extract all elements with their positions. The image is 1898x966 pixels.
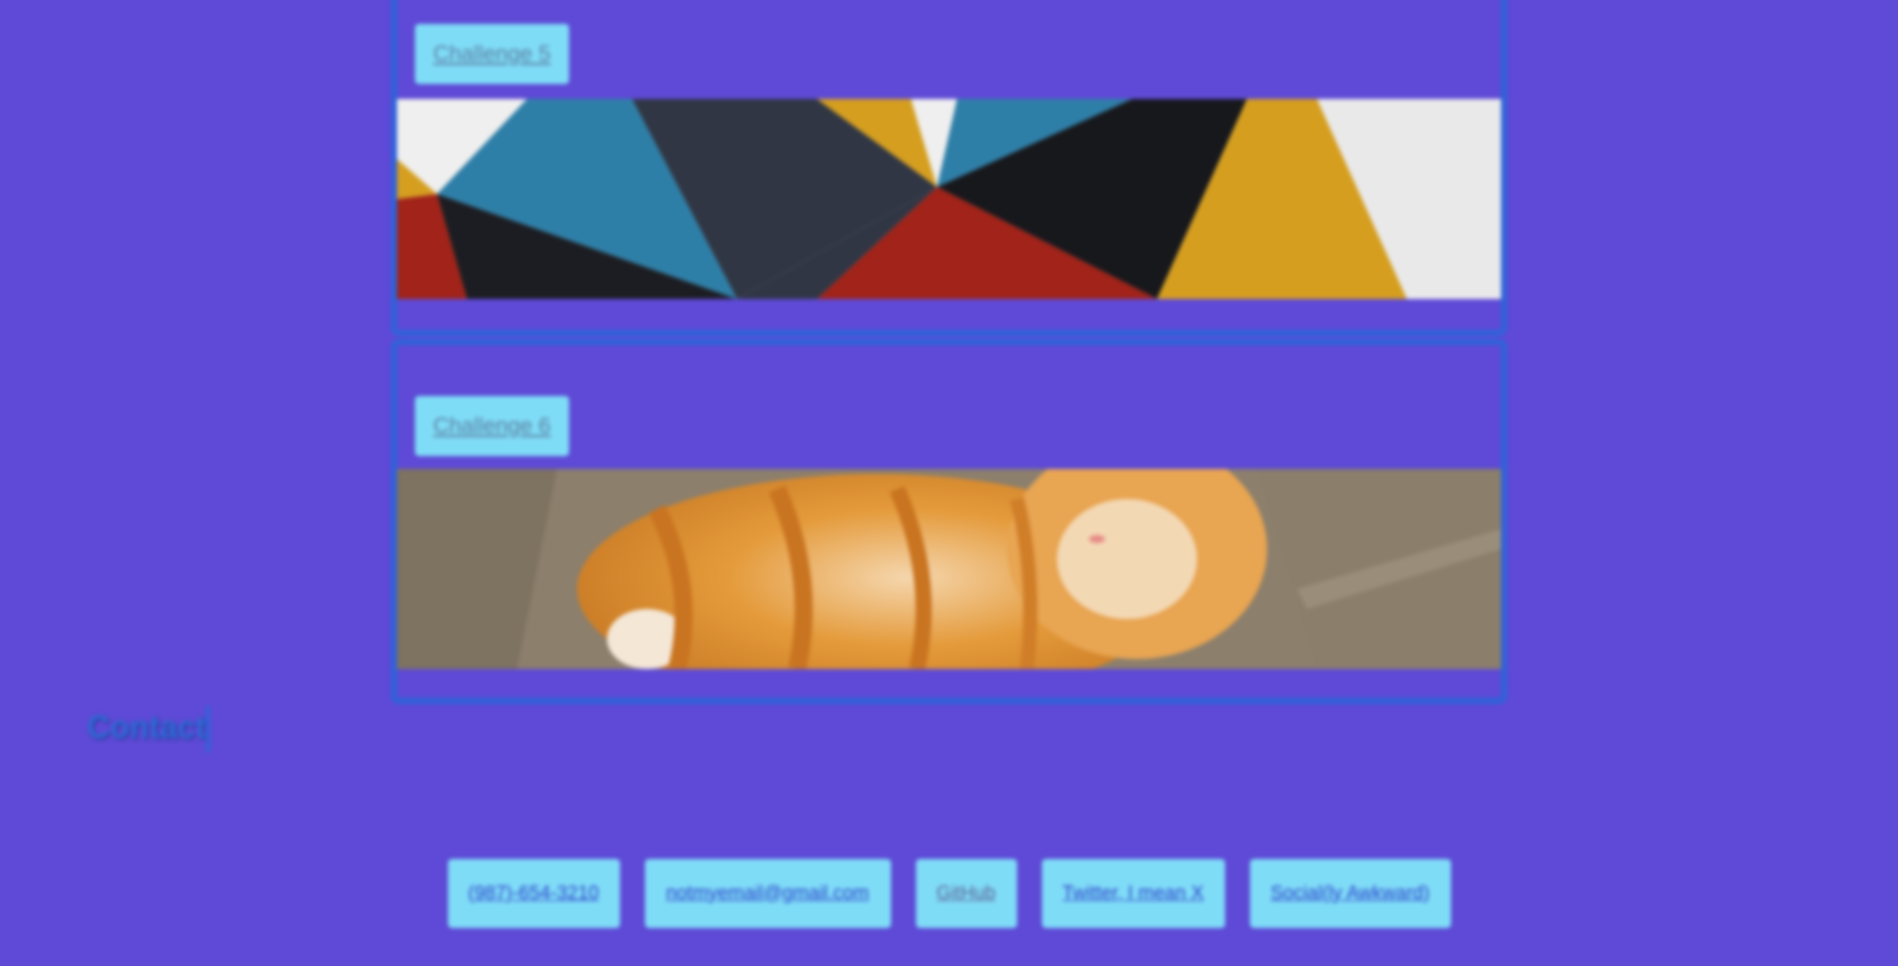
social-link[interactable]: Social(ly Awkward) bbox=[1249, 859, 1451, 928]
challenge-card-5: Challenge 5 bbox=[391, 0, 1507, 336]
page-blur-layer: Challenge 5 Challenge 6 Contact (987)-65… bbox=[0, 0, 1898, 966]
challenge-5-button[interactable]: Challenge 5 bbox=[415, 24, 569, 84]
twitter-link[interactable]: Twitter, I mean X bbox=[1041, 859, 1225, 928]
github-link[interactable]: GitHub bbox=[915, 859, 1017, 928]
text-caret bbox=[206, 706, 210, 752]
contact-heading: Contact bbox=[87, 709, 207, 745]
phone-link[interactable]: (987)-654-3210 bbox=[447, 859, 620, 928]
challenge-6-button[interactable]: Challenge 6 bbox=[415, 396, 569, 456]
cat-photo-svg bbox=[397, 469, 1501, 669]
challenge-card-6: Challenge 6 bbox=[391, 339, 1507, 704]
geometric-banner-image bbox=[397, 99, 1501, 299]
cat-banner-image bbox=[397, 469, 1501, 669]
contact-links-row: (987)-654-3210 notmyemail@gmail.com GitH… bbox=[0, 859, 1898, 928]
geometric-triangles-svg bbox=[397, 99, 1501, 299]
email-link[interactable]: notmyemail@gmail.com bbox=[644, 859, 891, 928]
